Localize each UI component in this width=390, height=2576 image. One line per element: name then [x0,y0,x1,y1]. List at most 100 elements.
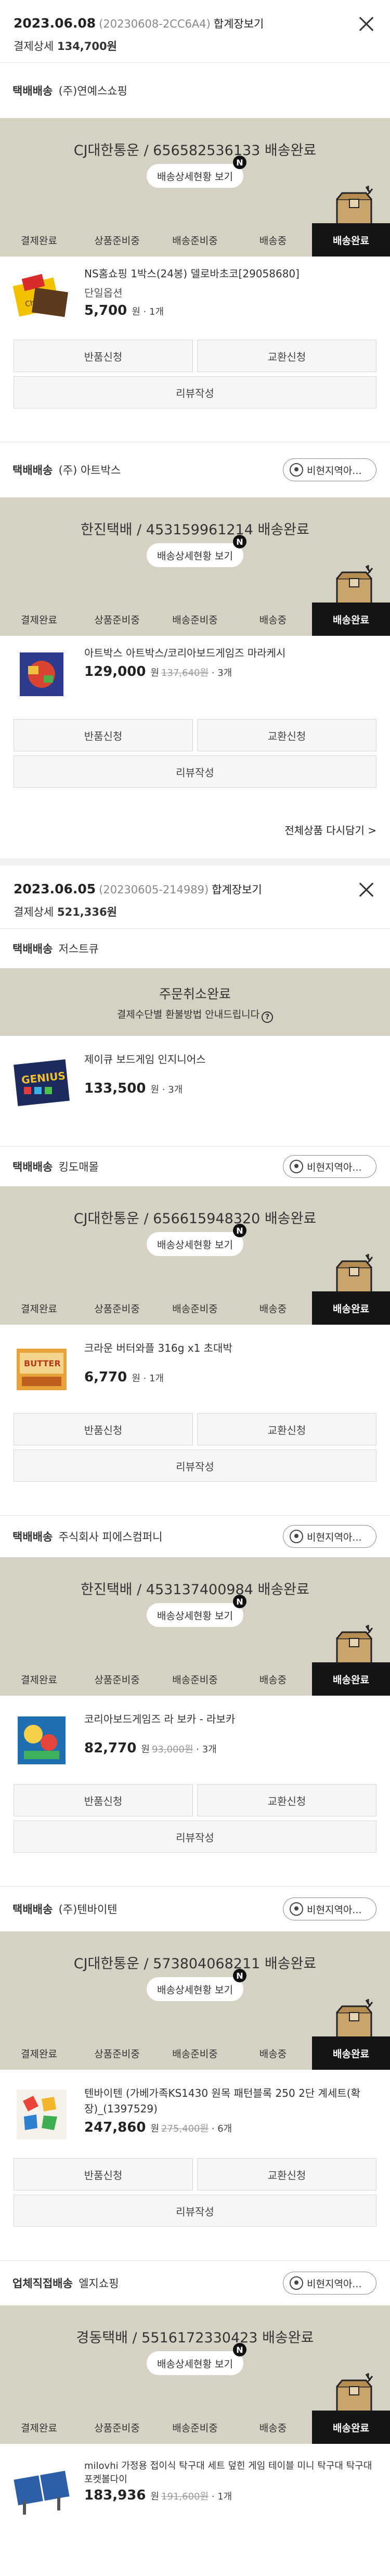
delivered-box-icon [336,1625,373,1667]
exchange-button[interactable]: 교환신청 [197,1784,376,1816]
location-pin-icon [290,2276,303,2290]
tracking-detail-button[interactable]: 배송상세현황 보기 N [147,156,246,188]
product-price-line: 183,936 원 191,600원 · 1개 [84,2488,232,2503]
product-item[interactable]: 코리아보드게임즈 라 보카 - 라보카 82,770 원 93,000원 · 3개 [0,1696,390,1784]
step-preparing: 상품준비중 [94,2048,140,2060]
tracking-detail-button[interactable]: 배송상세현황 보기 N [147,2343,246,2375]
order-number: (20230605-214989) [99,883,209,896]
ship-type: 택배배송 [12,85,53,97]
product-name[interactable]: 아트박스 아트박스/코리아보드게임즈 마라케시 [84,645,378,661]
step-preparing: 상품준비중 [94,1303,140,1315]
shipment-progress-steps: 결제완료 상품준비중 배송준비중 배송중 배송완료 [0,603,390,636]
product-qty: 3개 [202,1744,217,1755]
product-price: 129,000 [84,664,146,680]
tracking-detail-button[interactable]: 배송상세현황 보기 N [147,1595,246,1627]
order-header: 2023.06.05 (20230605-214989) 합계장보기 결제상세 52… [0,866,390,928]
return-button[interactable]: 반품신청 [14,1413,193,1445]
product-item[interactable]: milovhi 가정용 접이식 탁구대 세트 덮힌 게임 테이블 미니 탁구대 … [0,2444,390,2522]
product-item[interactable]: 아트박스 아트박스/코리아보드게임즈 마라케시 129,000 원 137,640… [0,636,390,719]
shipment-progress-steps: 결제완료 상품준비중 배송준비중 배송중 배송완료 [0,1291,390,1325]
review-button[interactable]: 리뷰작성 [14,1821,376,1853]
product-name[interactable]: 코리아보드게임즈 라 보카 - 라보카 [84,1711,378,1727]
exchange-button[interactable]: 교환신청 [197,340,376,372]
delivered-box-icon [336,1999,373,2041]
exchange-button[interactable]: 교환신청 [197,2158,376,2190]
exchange-button[interactable]: 교환신청 [197,1413,376,1445]
tracking-title: CJ대한통운 / 656582536133 배송완료 [73,143,317,159]
order-total: 134,700원 [57,40,117,53]
product-price-line: 82,770 원 93,000원 · 3개 [84,1740,217,1756]
product-qty: 6개 [217,2123,232,2134]
product-name[interactable]: milovhi 가정용 접이식 탁구대 세트 덮힌 게임 테이블 미니 탁구대 … [84,2459,378,2487]
step-shipping: 배송중 [259,2422,287,2434]
review-button[interactable]: 리뷰작성 [14,376,376,408]
ship-type: 택배배송 [12,464,53,477]
seller-name: 주식회사 피에스컴퍼니 [58,1531,163,1543]
product-price-line: 5,700 원 · 1개 [84,303,164,318]
shipping-address-button[interactable]: 비현지역아... [283,458,376,481]
product-item[interactable]: GENIUS 제이큐 보드게임 인지니어스 133,500 원 · 3개 [0,1036,390,1124]
new-badge: N [233,156,246,169]
product-name[interactable]: NS홈쇼핑 1박스(24봉) 델로바초코[29058680] [84,266,378,281]
shipping-address-button[interactable]: 비현지역아... [283,1898,376,1920]
tracking-detail-button[interactable]: 배송상세현황 보기 N [147,1969,246,2001]
tracking-title: CJ대한통운 / 656615948320 배송완료 [73,1211,317,1227]
reorder-all-link[interactable]: 전체상품 다시담기 > [284,822,376,837]
return-button[interactable]: 반품신청 [14,1784,193,1816]
step-delivered: 배송완료 [312,223,390,257]
step-shipping: 배송중 [259,1303,287,1315]
shipping-address-button[interactable]: 비현지역아... [283,1155,376,1178]
product-price-line: 6,770 원 · 1개 [84,1369,164,1385]
product-thumbnail: Choco [12,274,69,317]
ship-type: 택배배송 [12,1903,53,1916]
shipment-status-banner: CJ대한통운 / 656615948320 배송완료 배송상세현황 보기 N 결제… [0,1186,390,1325]
order-total: 521,336원 [57,906,117,918]
return-button[interactable]: 반품신청 [14,2158,193,2190]
total-label: 결제상세 [14,40,54,53]
review-button[interactable]: 리뷰작성 [14,755,376,788]
shipment-status-banner: CJ대한통운 / 573804068211 배송완료 배송상세현황 보기 N 결제… [0,1931,390,2070]
product-price: 5,700 [84,303,127,318]
step-paid: 결제완료 [21,235,57,247]
product-item[interactable]: Choco NS홈쇼핑 1박스(24봉) 델로바초코[29058680] 단일옵… [0,257,390,340]
tracking-detail-button[interactable]: 배송상세현황 보기 N [147,1224,246,1256]
return-button[interactable]: 반품신청 [14,719,193,751]
order-detail-link[interactable]: 합계장보기 [214,18,264,30]
tracking-detail-button[interactable]: 배송상세현황 보기 N [147,535,246,567]
review-button[interactable]: 리뷰작성 [14,2195,376,2227]
step-delivered: 배송완료 [312,1291,390,1325]
shipping-address-button[interactable]: 비현지역아... [283,2272,376,2295]
product-qty: 3개 [217,668,232,678]
seller-name: 저스트큐 [58,943,99,955]
step-delivered: 배송완료 [312,2411,390,2444]
step-preparing: 상품준비중 [94,235,140,247]
order-detail-link[interactable]: 합계장보기 [212,883,262,896]
shipment-status-banner: CJ대한통운 / 656582536133 배송완료 배송상세현황 보기 N 결제… [0,118,390,257]
shipment-status-banner: 한진택배 / 453137400984 배송완료 배송상세현황 보기 N 결제완료… [0,1557,390,1696]
refund-info-link[interactable]: 결제수단별 환불방법 안내드립니다? [0,1007,390,1023]
product-thumbnail: BUTTER [17,1349,67,1390]
product-price-line: 247,860 원 275,400원 · 6개 [84,2120,232,2135]
shipping-address-button[interactable]: 비현지역아... [283,1525,376,1548]
product-name[interactable]: 텐바이텐 (가베가족KS1430 원목 패턴블록 250 2단 계세트(확장)_… [84,2085,378,2117]
step-paid: 결제완료 [21,2422,57,2434]
exchange-button[interactable]: 교환신청 [197,719,376,751]
review-button[interactable]: 리뷰작성 [14,1450,376,1482]
ship-type: 업체직접배송 [12,2277,73,2290]
step-delivered: 배송완료 [312,1662,390,1696]
tracking-title: 한진택배 / 453137400984 배송완료 [81,1582,309,1598]
close-icon[interactable] [357,15,375,33]
product-name[interactable]: 크라운 버터와플 316g x1 초대박 [84,1340,378,1356]
tracking-title: 한진택배 / 453159961214 배송완료 [81,522,309,538]
new-badge: N [233,1224,246,1237]
return-button[interactable]: 반품신청 [14,340,193,372]
product-actions: 반품신청 교환신청 리뷰작성 [0,340,390,423]
product-item[interactable]: 텐바이텐 (가베가족KS1430 원목 패턴블록 250 2단 계세트(확장)_… [0,2070,390,2158]
product-item[interactable]: BUTTER 크라운 버터와플 316g x1 초대박 6,770 원 · 1개 [0,1325,390,1413]
product-name[interactable]: 제이큐 보드게임 인지니어스 [84,1052,378,1067]
product-price: 247,860 [84,2120,146,2135]
tracking-title: 경동택배 / 5516172330423 배송완료 [76,2330,314,2346]
product-thumbnail [17,2090,67,2139]
step-paid: 결제완료 [21,2048,57,2060]
close-icon[interactable] [357,880,375,899]
